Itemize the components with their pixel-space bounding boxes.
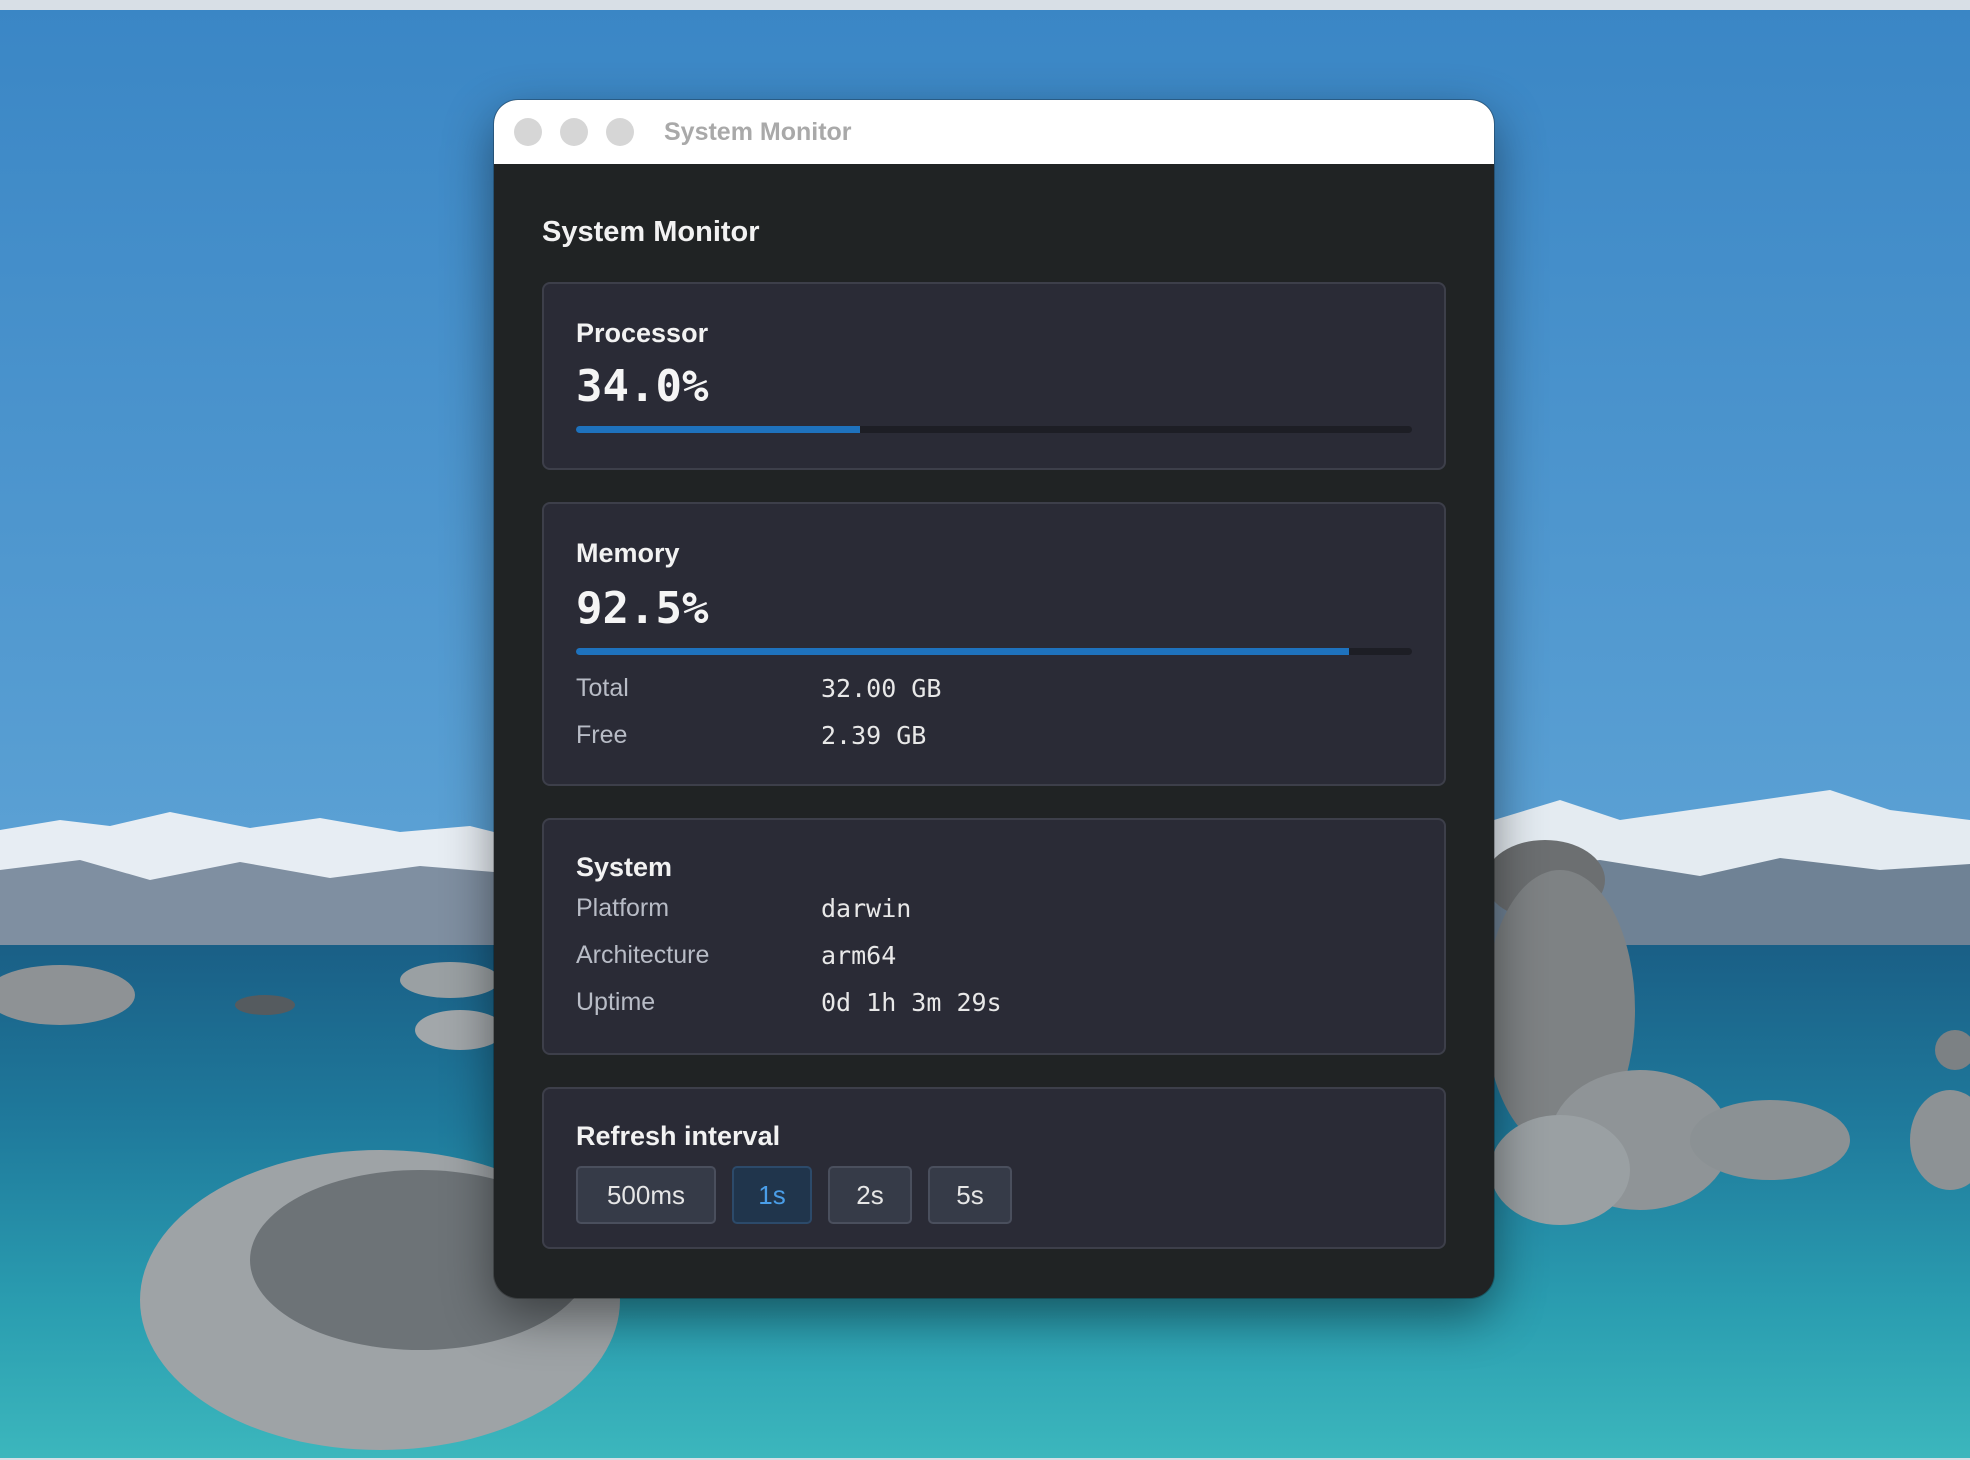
memory-row-total: Total 32.00 GB — [576, 665, 1412, 712]
row-value: darwin — [821, 894, 912, 923]
memory-progress-bar — [576, 648, 1412, 655]
screen-top-strip — [0, 0, 1970, 10]
refresh-interval-options: 500ms 1s 2s 5s — [576, 1166, 1412, 1224]
system-row-uptime: Uptime 0d 1h 3m 29s — [576, 979, 1412, 1026]
memory-details: Total 32.00 GB Free 2.39 GB — [576, 665, 1412, 759]
row-label: Architecture — [576, 941, 710, 969]
refresh-option-5s[interactable]: 5s — [928, 1166, 1012, 1224]
refresh-interval-card: Refresh interval 500ms 1s 2s 5s — [542, 1087, 1446, 1249]
window-content: System Monitor Processor 34.0% Memory 92… — [494, 216, 1494, 1249]
system-title: System — [576, 852, 673, 882]
window-controls — [514, 118, 634, 146]
minimize-window-button[interactable] — [560, 118, 588, 146]
window-title: System Monitor — [664, 117, 852, 146]
app-title: System Monitor — [542, 216, 760, 248]
row-value: 32.00 GB — [821, 674, 942, 703]
memory-row-free: Free 2.39 GB — [576, 712, 1412, 759]
close-window-button[interactable] — [514, 118, 542, 146]
row-label: Platform — [576, 894, 670, 922]
memory-progress-fill — [576, 648, 1350, 655]
row-label: Free — [576, 721, 628, 749]
row-label: Uptime — [576, 988, 656, 1016]
processor-progress-fill — [576, 426, 861, 433]
memory-title: Memory — [576, 538, 680, 568]
processor-title: Processor — [576, 318, 709, 348]
processor-percent: 34.0% — [576, 361, 709, 412]
row-value: arm64 — [821, 941, 897, 970]
memory-percent: 92.5% — [576, 583, 709, 634]
system-monitor-window: System Monitor System Monitor Processor … — [494, 100, 1494, 1298]
memory-card: Memory 92.5% Total 32.00 GB Free 2.39 GB — [542, 502, 1446, 786]
refresh-option-2s[interactable]: 2s — [828, 1166, 912, 1224]
zoom-window-button[interactable] — [606, 118, 634, 146]
refresh-option-500ms[interactable]: 500ms — [576, 1166, 716, 1224]
system-row-architecture: Architecture arm64 — [576, 932, 1412, 979]
refresh-interval-title: Refresh interval — [576, 1121, 781, 1151]
system-card: System Platform darwin Architecture arm6… — [542, 818, 1446, 1055]
window-titlebar[interactable]: System Monitor — [494, 100, 1494, 164]
row-label: Total — [576, 674, 629, 702]
processor-progress-bar — [576, 426, 1412, 433]
system-row-platform: Platform darwin — [576, 885, 1412, 932]
row-value: 0d 1h 3m 29s — [821, 988, 1002, 1017]
desktop: System Monitor System Monitor Processor … — [0, 0, 1970, 1460]
processor-card: Processor 34.0% — [542, 282, 1446, 470]
row-value: 2.39 GB — [821, 721, 927, 750]
refresh-option-1s[interactable]: 1s — [732, 1166, 812, 1224]
